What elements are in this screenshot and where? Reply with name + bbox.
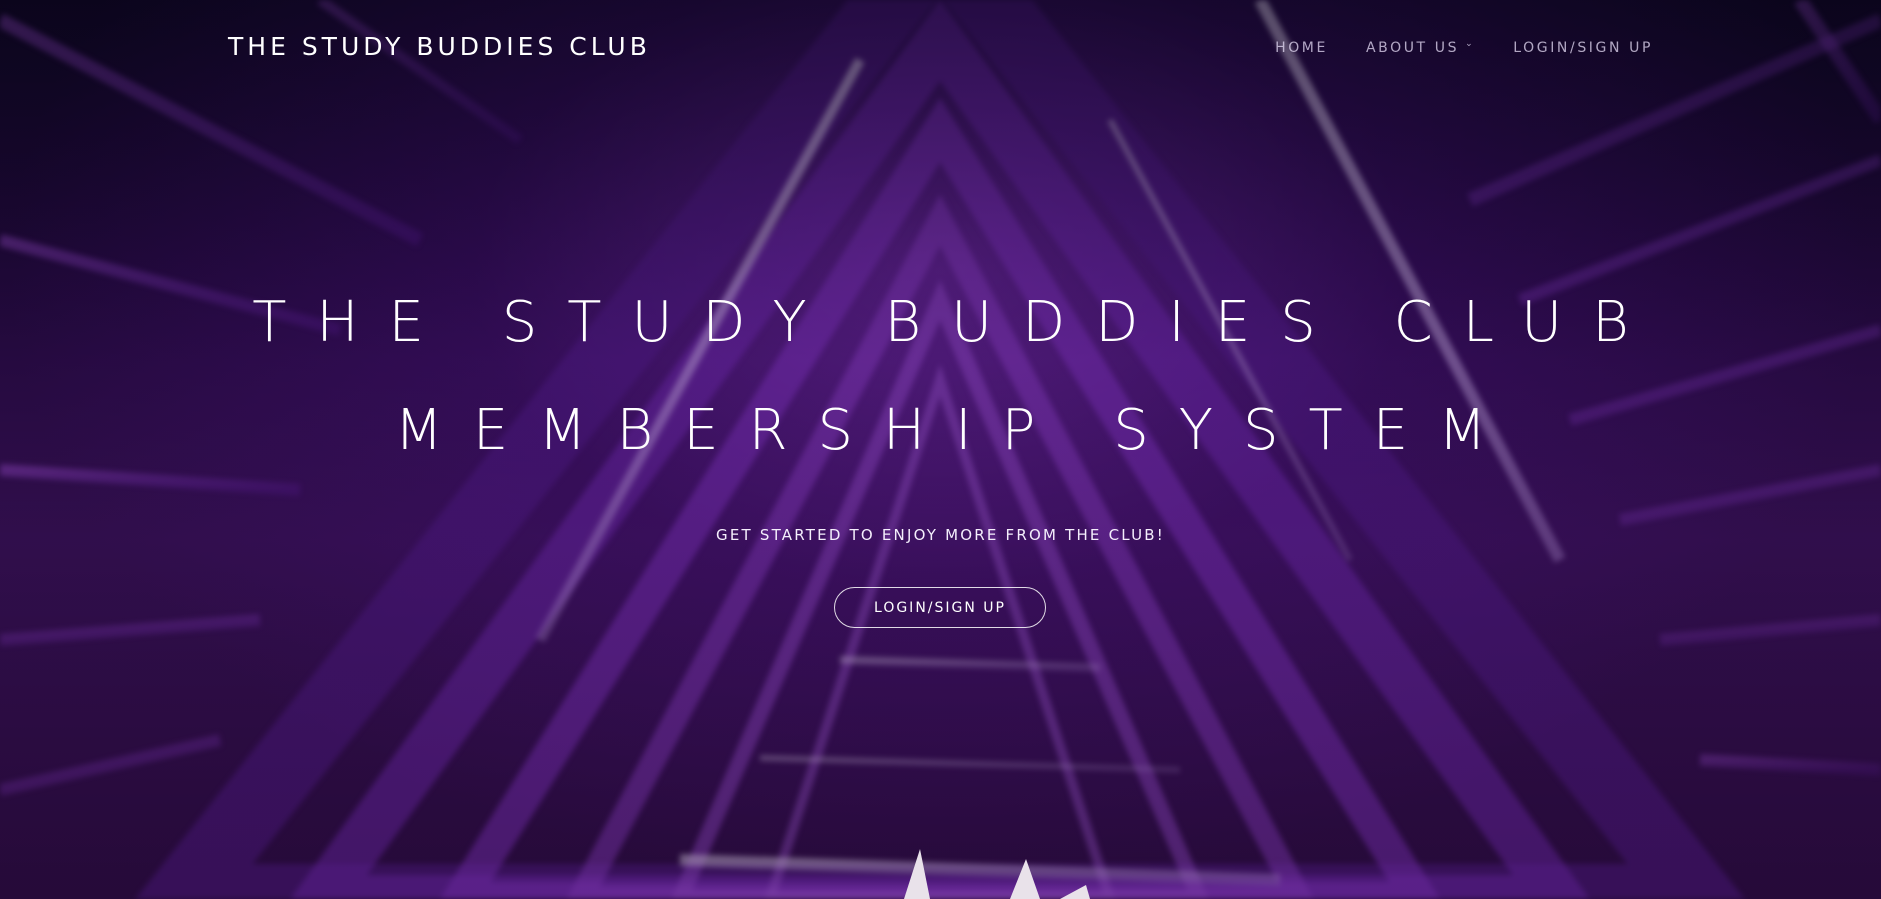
nav-login-signup-label: LOGIN/SIGN UP xyxy=(1513,40,1653,56)
chevron-down-icon: ⌄ xyxy=(1465,39,1476,49)
nav-login-signup[interactable]: LOGIN/SIGN UP xyxy=(1513,40,1653,56)
main-nav: HOME ABOUT US ⌄ LOGIN/SIGN UP xyxy=(1275,39,1653,56)
hero-tagline: GET STARTED TO ENJOY MORE FROM THE CLUB! xyxy=(716,526,1165,544)
nav-about-us-label: ABOUT US xyxy=(1365,40,1460,56)
login-signup-button[interactable]: LOGIN/SIGN UP xyxy=(834,587,1046,628)
site-brand[interactable]: THE STUDY BUDDIES CLUB xyxy=(228,32,651,61)
hero-title-line-2: MEMBERSHIP SYSTEM xyxy=(394,398,1517,463)
decorative-spikes xyxy=(904,849,1090,899)
nav-home-label: HOME xyxy=(1275,40,1328,56)
nav-about-us[interactable]: ABOUT US ⌄ xyxy=(1365,39,1476,56)
hero-title-line-1: THE STUDY BUDDIES CLUB xyxy=(252,290,1659,355)
site-header: THE STUDY BUDDIES CLUB HOME ABOUT US ⌄ L… xyxy=(0,0,1881,96)
nav-home[interactable]: HOME xyxy=(1275,40,1328,56)
